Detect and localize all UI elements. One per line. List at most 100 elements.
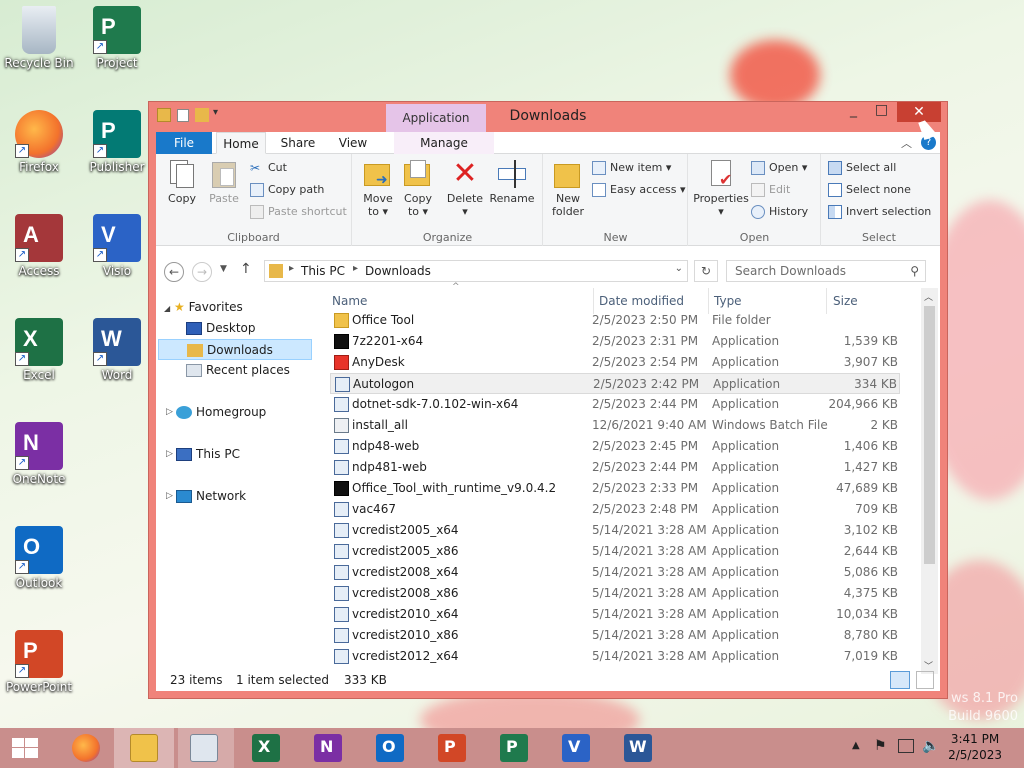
file-row[interactable]: vac467 2/5/2023 2:48 PM Application 709 KB bbox=[330, 499, 900, 520]
new-item-button[interactable]: New item ▾ bbox=[592, 158, 671, 178]
volume-icon[interactable]: 🔈 bbox=[922, 738, 939, 754]
file-row[interactable]: dotnet-sdk-7.0.102-win-x64 2/5/2023 2:44 … bbox=[330, 394, 900, 415]
cut-button[interactable]: ✂ Cut bbox=[250, 158, 287, 178]
address-bar[interactable]: ▸ This PC ▸ Downloads ⌄ bbox=[264, 260, 688, 282]
search-input[interactable]: Search Downloads ⚲ bbox=[726, 260, 926, 282]
file-date: 5/14/2021 3:28 AM bbox=[592, 607, 707, 621]
taskbar-onenote[interactable]: N bbox=[302, 728, 354, 768]
recycle-bin-icon bbox=[22, 6, 56, 54]
tab-manage[interactable]: Manage bbox=[394, 132, 494, 154]
desktop-icon-powerpoint[interactable]: P ↗ PowerPoint bbox=[0, 630, 78, 694]
title-bar[interactable]: ▾ Application Tools Downloads _ □ ✕ bbox=[149, 102, 947, 153]
file-row[interactable]: AnyDesk 2/5/2023 2:54 PM Application 3,907 … bbox=[330, 352, 900, 373]
taskbar-remote-desktop[interactable] bbox=[178, 728, 234, 768]
taskbar-word[interactable]: W bbox=[612, 728, 664, 768]
rename-button[interactable]: Rename bbox=[489, 158, 535, 205]
history-button[interactable]: History bbox=[751, 202, 808, 222]
desktop-icon-excel[interactable]: X ↗ Excel bbox=[0, 318, 78, 382]
clock[interactable]: 3:41 PM 2/5/2023 bbox=[948, 731, 1002, 763]
taskbar-powerpoint[interactable]: P bbox=[426, 728, 478, 768]
taskbar-file-explorer[interactable] bbox=[114, 728, 174, 768]
paste-button[interactable]: Paste bbox=[204, 158, 244, 205]
file-row[interactable]: vcredist2008_x86 5/14/2021 3:28 AM Applica… bbox=[330, 583, 900, 604]
file-row[interactable]: ndp481-web 2/5/2023 2:44 PM Application 1,4… bbox=[330, 457, 900, 478]
copy-button[interactable]: Copy bbox=[164, 158, 200, 205]
file-row[interactable]: vcredist2012_x64 5/14/2021 3:28 AM Applica… bbox=[330, 646, 900, 667]
nav-recent-places[interactable]: Recent places bbox=[186, 360, 290, 381]
desktop-icon-firefox[interactable]: ↗ Firefox bbox=[0, 110, 78, 174]
nav-downloads[interactable]: Downloads bbox=[158, 339, 312, 360]
desktop-icon-access[interactable]: A ↗ Access bbox=[0, 214, 78, 278]
taskbar-project[interactable]: P bbox=[488, 728, 540, 768]
taskbar-excel[interactable]: X bbox=[240, 728, 292, 768]
file-row[interactable]: ndp48-web 2/5/2023 2:45 PM Application 1,40… bbox=[330, 436, 900, 457]
desktop-icon-visio[interactable]: V ↗ Visio bbox=[78, 214, 156, 278]
file-name: 7z2201-x64 bbox=[352, 334, 424, 348]
desktop-icon-project[interactable]: P ↗ Project bbox=[78, 6, 156, 70]
select-none-button[interactable]: Select none bbox=[828, 180, 911, 200]
file-row[interactable]: install_all 12/6/2021 9:40 AM Windows Batc… bbox=[330, 415, 900, 436]
tab-view[interactable]: View bbox=[330, 132, 376, 154]
recent-locations-dropdown-icon[interactable]: ▼ bbox=[220, 264, 227, 274]
easy-access-button[interactable]: Easy access ▾ bbox=[592, 180, 686, 200]
large-icons-view-icon[interactable] bbox=[916, 671, 934, 689]
desktop-icon-outlook[interactable]: O ↗ Outlook bbox=[0, 526, 78, 590]
file-row[interactable]: vcredist2008_x64 5/14/2021 3:28 AM Applica… bbox=[330, 562, 900, 583]
vertical-scrollbar[interactable]: ︿ ﹀ bbox=[921, 288, 938, 674]
scrollbar-thumb[interactable] bbox=[924, 306, 935, 564]
nav-this-pc[interactable]: ▷ This PC bbox=[166, 444, 240, 465]
details-view-icon[interactable] bbox=[890, 671, 910, 689]
close-button[interactable]: ✕ bbox=[897, 102, 941, 122]
nav-favorites[interactable]: ◢ ★ Favorites bbox=[164, 297, 243, 318]
tab-share[interactable]: Share bbox=[274, 132, 322, 154]
up-button[interactable]: ↑ bbox=[240, 261, 252, 277]
file-row[interactable]: vcredist2010_x64 5/14/2021 3:28 AM Applica… bbox=[330, 604, 900, 625]
taskbar-outlook[interactable]: O bbox=[364, 728, 416, 768]
minimize-button[interactable]: _ bbox=[840, 102, 867, 122]
show-hidden-icons-icon[interactable]: ▲ bbox=[852, 740, 860, 751]
file-row[interactable]: vcredist2005_x64 5/14/2021 3:28 AM Applica… bbox=[330, 520, 900, 541]
action-center-flag-icon[interactable]: ⚑ bbox=[874, 738, 887, 754]
nav-network[interactable]: ▷ Network bbox=[166, 486, 246, 507]
copy-to-button[interactable]: Copy to ▾ bbox=[399, 158, 437, 218]
address-dropdown-icon[interactable]: ⌄ bbox=[675, 263, 683, 274]
copy-path-button[interactable]: Copy path bbox=[250, 180, 324, 200]
select-all-button[interactable]: Select all bbox=[828, 158, 896, 178]
breadcrumb-this-pc[interactable]: This PC bbox=[301, 264, 345, 278]
nav-homegroup[interactable]: ▷ Homegroup bbox=[166, 402, 266, 423]
tab-home[interactable]: Home bbox=[216, 132, 266, 154]
desktop-icon-publisher[interactable]: P ↗ Publisher bbox=[78, 110, 156, 174]
back-button[interactable]: ← bbox=[164, 262, 184, 282]
taskbar-visio[interactable]: V bbox=[550, 728, 602, 768]
edit-button[interactable]: Edit bbox=[751, 180, 790, 200]
delete-button[interactable]: ✕ Delete ▾ bbox=[445, 158, 485, 219]
file-row[interactable]: vcredist2005_x86 5/14/2021 3:28 AM Applica… bbox=[330, 541, 900, 562]
collapse-ribbon-icon[interactable]: ︿ bbox=[901, 135, 912, 151]
forward-button[interactable]: → bbox=[192, 262, 212, 282]
file-row[interactable]: Autologon 2/5/2023 2:42 PM Application 334 … bbox=[330, 373, 900, 394]
invert-selection-button[interactable]: Invert selection bbox=[828, 202, 931, 222]
file-row[interactable]: vcredist2010_x86 5/14/2021 3:28 AM Applica… bbox=[330, 625, 900, 646]
network-tray-icon[interactable] bbox=[898, 739, 914, 753]
file-row[interactable]: 7z2201-x64 2/5/2023 2:31 PM Application 1,5… bbox=[330, 331, 900, 352]
open-button[interactable]: Open ▾ bbox=[751, 158, 807, 178]
folder-icon bbox=[334, 313, 349, 328]
breadcrumb-downloads[interactable]: Downloads bbox=[365, 264, 431, 278]
tab-file[interactable]: File bbox=[156, 132, 212, 154]
maximize-button[interactable]: □ bbox=[868, 102, 895, 122]
move-to-button[interactable]: ➜ Move to ▾ bbox=[359, 158, 397, 218]
paste-shortcut-button[interactable]: Paste shortcut bbox=[250, 202, 347, 222]
nav-desktop[interactable]: Desktop bbox=[186, 318, 256, 339]
start-button[interactable] bbox=[0, 728, 52, 768]
file-row[interactable]: Office_Tool_with_runtime_v9.0.4.2 2/5/202… bbox=[330, 478, 900, 499]
explorer-window[interactable]: ▾ Application Tools Downloads _ □ ✕ File… bbox=[148, 101, 948, 699]
properties-button[interactable]: ✔ Properties ▾ bbox=[693, 158, 749, 218]
desktop-icon-onenote[interactable]: N ↗ OneNote bbox=[0, 422, 78, 486]
desktop-icon-word[interactable]: W ↗ Word bbox=[78, 318, 156, 382]
refresh-button[interactable]: ↻ bbox=[694, 260, 718, 282]
new-folder-button[interactable]: New folder bbox=[548, 158, 588, 218]
file-row[interactable]: Office Tool 2/5/2023 2:50 PM File folder bbox=[330, 310, 900, 331]
taskbar-firefox[interactable] bbox=[60, 728, 112, 768]
desktop-icon-recycle-bin[interactable]: Recycle Bin bbox=[0, 6, 78, 70]
desktop-icon-label: Project bbox=[96, 56, 138, 70]
